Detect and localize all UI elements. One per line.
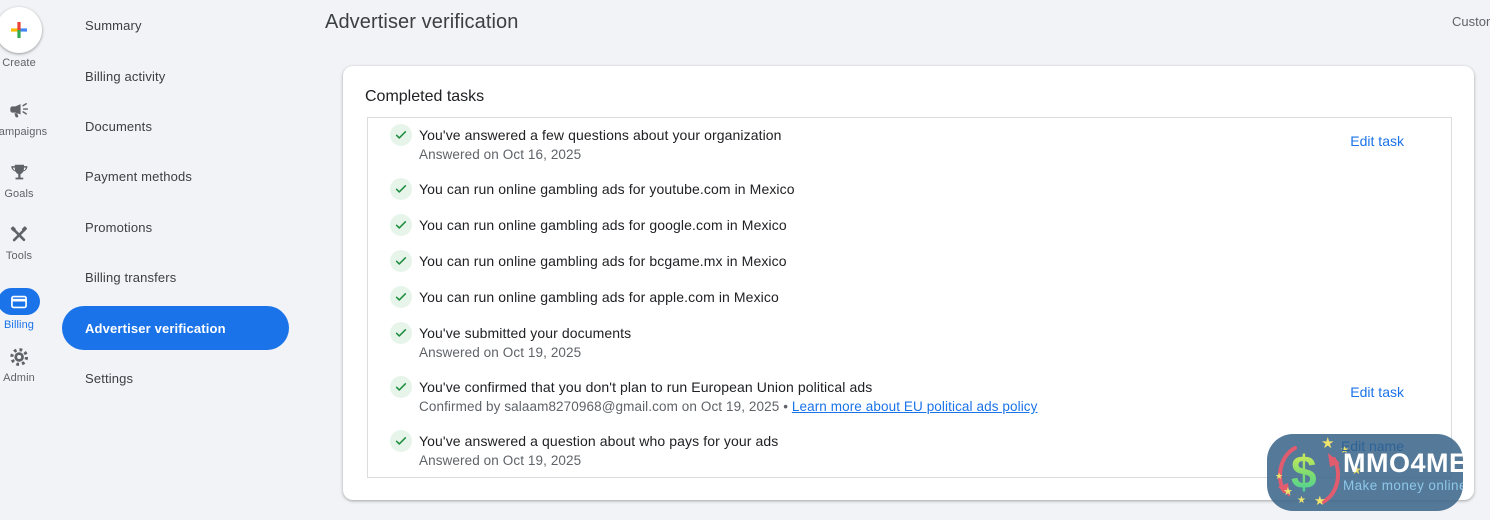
task-row: You can run online gambling ads for goog…: [390, 215, 787, 236]
task-row: You can run online gambling ads for appl…: [390, 287, 779, 308]
plus-icon: [7, 18, 31, 42]
eu-policy-link[interactable]: Learn more about EU political ads policy: [792, 399, 1038, 414]
tasks-list: You've answered a few questions about yo…: [367, 117, 1452, 478]
rail-label-goals: Goals: [4, 188, 33, 200]
task-title: You've submitted your documents: [419, 323, 631, 343]
sidebar-item-billing-activity[interactable]: Billing activity: [62, 54, 289, 98]
sidebar-item-summary[interactable]: Summary: [62, 3, 289, 47]
task-row: You've submitted your documents Answered…: [390, 323, 631, 363]
rail-item-campaigns[interactable]: Campaigns: [0, 100, 47, 138]
rail-item-admin[interactable]: Admin: [3, 346, 35, 384]
rail-label-create: Create: [2, 57, 36, 69]
dollar-icon: $: [1291, 448, 1317, 496]
sidebar-item-label: Billing transfers: [85, 270, 176, 285]
task-subtitle: Answered on Oct 19, 2025: [419, 451, 778, 471]
sidebar-item-documents[interactable]: Documents: [62, 104, 289, 148]
gear-icon: [8, 346, 30, 368]
sidebar-item-label: Billing activity: [85, 69, 165, 84]
task-row: You can run online gambling ads for bcga…: [390, 251, 787, 272]
rail-label-campaigns: Campaigns: [0, 126, 47, 138]
rail-item-goals[interactable]: Goals: [4, 162, 33, 200]
star-icon: ★: [1275, 472, 1283, 481]
rail-label-tools: Tools: [6, 250, 32, 262]
sidebar-item-payment-methods[interactable]: Payment methods: [62, 154, 289, 198]
rail-label-billing: Billing: [4, 319, 34, 331]
task-title: You can run online gambling ads for goog…: [419, 215, 787, 235]
rail-item-billing[interactable]: Billing: [0, 288, 40, 331]
tools-icon: [8, 224, 30, 246]
rail-item-tools[interactable]: Tools: [6, 224, 32, 262]
check-icon: [390, 214, 412, 236]
sidebar-item-label: Documents: [85, 119, 152, 134]
task-row: You've answered a few questions about yo…: [390, 125, 782, 165]
edit-name-link[interactable]: Edit name: [1341, 436, 1404, 456]
sidebar-item-billing-transfers[interactable]: Billing transfers: [62, 255, 289, 299]
sidebar-item-label: Summary: [85, 18, 142, 33]
rail-label-admin: Admin: [3, 372, 35, 384]
sidebar-item-settings[interactable]: Settings: [62, 356, 289, 400]
check-icon: [390, 376, 412, 398]
task-subtitle: Answered on Oct 16, 2025: [419, 145, 782, 165]
page-title: Advertiser verification: [325, 11, 518, 34]
task-title: You can run online gambling ads for appl…: [419, 287, 779, 307]
rail-item-create[interactable]: Create: [0, 7, 42, 69]
check-icon: [390, 322, 412, 344]
sidebar-item-label: Advertiser verification: [85, 321, 226, 336]
task-row: You can run online gambling ads for yout…: [390, 179, 795, 200]
megaphone-icon: [8, 100, 30, 122]
edit-task-link[interactable]: Edit task: [1350, 131, 1404, 151]
advertiser-verification-page: { "page": { "title": "Advertiser verific…: [0, 0, 1490, 520]
check-icon: [390, 430, 412, 452]
task-subtitle: Answered on Oct 19, 2025: [419, 343, 631, 363]
card-title: Completed tasks: [365, 88, 484, 106]
sidebar-item-promotions[interactable]: Promotions: [62, 205, 289, 249]
task-subtitle: Confirmed by salaam8270968@gmail.com on …: [419, 397, 1038, 417]
billing-selected-pill: [0, 288, 40, 315]
sidebar-item-label: Settings: [85, 371, 133, 386]
check-icon: [390, 178, 412, 200]
task-title: You can run online gambling ads for yout…: [419, 179, 795, 199]
credit-card-icon: [9, 292, 29, 312]
task-title: You've answered a few questions about yo…: [419, 125, 782, 145]
sidebar-item-label: Payment methods: [85, 169, 192, 184]
star-icon: ★: [1297, 496, 1306, 506]
custom-label[interactable]: Custom: [1452, 14, 1490, 29]
trophy-icon: [8, 162, 30, 184]
check-icon: [390, 250, 412, 272]
sidebar-item-advertiser-verification[interactable]: Advertiser verification: [62, 306, 289, 350]
star-icon: ★: [1314, 494, 1326, 507]
check-icon: [390, 286, 412, 308]
star-icon: ★: [1283, 487, 1293, 498]
sidebar-item-label: Promotions: [85, 220, 152, 235]
task-subtitle-text: Confirmed by salaam8270968@gmail.com on …: [419, 399, 792, 414]
check-icon: [390, 124, 412, 146]
create-button[interactable]: [0, 7, 42, 53]
watermark-tagline: Make money online: [1343, 478, 1463, 493]
task-row: You've confirmed that you don't plan to …: [390, 377, 1038, 417]
task-row: You've answered a question about who pay…: [390, 431, 778, 471]
task-title: You can run online gambling ads for bcga…: [419, 251, 787, 271]
task-title: You've confirmed that you don't plan to …: [419, 377, 1038, 397]
star-icon: ★: [1321, 436, 1334, 451]
edit-task-link[interactable]: Edit task: [1350, 382, 1404, 402]
task-title: You've answered a question about who pay…: [419, 431, 778, 451]
